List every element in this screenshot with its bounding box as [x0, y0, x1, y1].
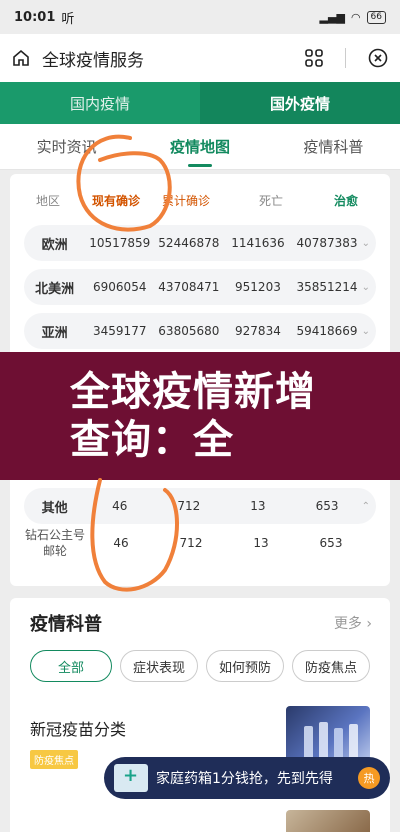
chip-focus[interactable]: 防疫焦点 [292, 650, 371, 682]
row-cured: 59418669 [296, 324, 358, 338]
banner-text: 全球疫情新增查询：全 [70, 369, 316, 463]
row-cured: 40787383 [296, 236, 358, 250]
close-icon[interactable] [368, 48, 388, 68]
home-icon[interactable] [12, 49, 30, 67]
row-cured: 653 [319, 536, 343, 550]
scan-icon[interactable] [305, 49, 323, 67]
row-current: 3459177 [93, 324, 147, 338]
chip-prevention[interactable]: 如何预防 [206, 650, 285, 682]
page-title: 全球疫情服务 [42, 50, 144, 71]
status-icons: ▂▄▆ ◠ 66 [319, 10, 386, 24]
chip-all[interactable]: 全部 [30, 650, 112, 682]
row-current: 6906054 [93, 280, 147, 294]
medicine-box-icon [114, 764, 148, 792]
row-deaths: 13 [253, 536, 269, 550]
table-row[interactable]: 其他 46 712 13 653 ⌃ [24, 488, 376, 524]
chevron-right-icon: › [366, 616, 372, 632]
header-total[interactable]: 累计确诊 [146, 186, 226, 214]
article-title[interactable]: 新冠疫苗分类 [30, 716, 126, 740]
chevron-down-icon: ⌄ [361, 237, 370, 249]
row-total: 63805680 [158, 324, 220, 338]
nav-bar: 全球疫情服务 [0, 34, 400, 82]
table-row: 钻石公主号邮轮 46 712 13 653 [24, 526, 376, 560]
battery-icon: 66 [366, 10, 386, 24]
row-deaths: 927834 [235, 324, 281, 338]
article-thumbnail[interactable] [286, 810, 370, 832]
article-tag: 防疫焦点 [30, 750, 78, 769]
promo-banner[interactable]: 家庭药箱1分钱抢，先到先得 热 [104, 757, 390, 799]
chevron-down-icon: ⌄ [361, 325, 370, 337]
table-header: 地区 现有确诊 累计确诊 死亡 治愈 [10, 186, 390, 214]
more-link[interactable]: 更多 › [334, 613, 372, 633]
status-time: 10:01 [14, 9, 56, 25]
row-region: 钻石公主号邮轮 [24, 528, 85, 558]
content-tabs: 实时资讯 疫情地图 疫情科普 [0, 124, 400, 170]
nav-divider [345, 48, 346, 68]
chevron-down-icon: ⌄ [361, 281, 370, 293]
overlay-banner: 全球疫情新增查询：全 [0, 352, 400, 480]
header-current[interactable]: 现有确诊 [86, 186, 146, 214]
row-current: 46 [112, 499, 128, 513]
status-indicator: 听 [61, 11, 75, 27]
row-cured: 35851214 [296, 280, 358, 294]
tab-news[interactable]: 实时资讯 [0, 124, 133, 169]
tab-science[interactable]: 疫情科普 [267, 124, 400, 169]
chip-symptoms[interactable]: 症状表现 [120, 650, 199, 682]
row-deaths: 1141636 [231, 236, 285, 250]
header-region: 地区 [35, 193, 60, 208]
tab-domestic[interactable]: 国内疫情 [0, 82, 200, 124]
row-region: 北美洲 [35, 281, 75, 297]
row-current: 46 [113, 536, 129, 550]
hot-badge: 热 [358, 767, 380, 789]
row-total: 712 [177, 499, 201, 513]
more-label: 更多 [333, 616, 362, 632]
table-row[interactable]: 亚洲 3459177 63805680 927834 59418669 ⌄ [24, 313, 376, 349]
row-cured: 653 [315, 499, 339, 513]
promo-text: 家庭药箱1分钱抢，先到先得 [156, 771, 333, 787]
signal-icon: ▂▄▆ [319, 10, 345, 24]
header-cured[interactable]: 治愈 [316, 186, 376, 214]
wifi-icon: ◠ [350, 10, 361, 24]
row-current: 10517859 [89, 236, 151, 250]
tab-international[interactable]: 国外疫情 [200, 82, 400, 124]
row-region: 其他 [41, 500, 68, 516]
row-total: 52446878 [158, 236, 220, 250]
row-region: 欧洲 [41, 237, 68, 253]
table-row[interactable]: 北美洲 6906054 43708471 951203 35851214 ⌄ [24, 269, 376, 305]
chevron-up-icon: ⌃ [361, 500, 370, 512]
section-title: 疫情科普 [30, 614, 102, 635]
row-region: 亚洲 [41, 325, 68, 341]
row-total: 712 [179, 536, 203, 550]
category-chips: 全部 症状表现 如何预防 防疫焦点 [30, 650, 371, 682]
status-bar: 10:01 听 ▂▄▆ ◠ 66 [0, 0, 400, 34]
row-total: 43708471 [158, 280, 220, 294]
row-deaths: 951203 [235, 280, 281, 294]
row-deaths: 13 [250, 499, 266, 513]
table-row[interactable]: 欧洲 10517859 52446878 1141636 40787383 ⌄ [24, 225, 376, 261]
tab-map[interactable]: 疫情地图 [133, 124, 266, 169]
region-tabs: 国内疫情 国外疫情 [0, 82, 400, 124]
header-deaths[interactable]: 死亡 [226, 186, 316, 214]
